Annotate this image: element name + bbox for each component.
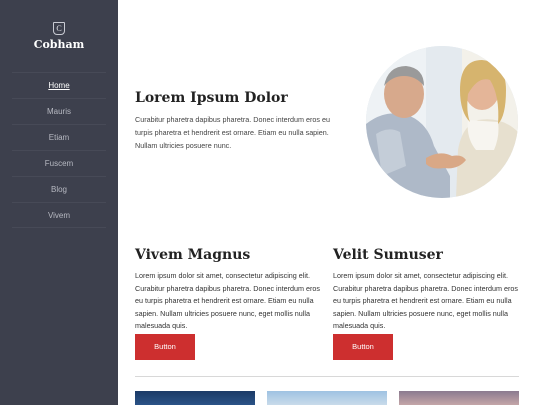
column-title-vivem-magnus: Vivem Magnus [135,247,251,263]
logo-shield-icon[interactable]: C [53,22,65,35]
column-button-1[interactable]: Button [135,334,195,360]
nav-item-vivem[interactable]: Vivem [12,202,106,228]
brand-name[interactable]: Cobham [0,38,118,51]
nav-item-mauris[interactable]: Mauris [12,98,106,124]
thumbnail-blue-landscape[interactable] [135,391,255,405]
hero-title: Lorem Ipsum Dolor [135,90,288,106]
section-divider [135,376,519,377]
column-text-vivem-magnus: Lorem ipsum dolor sit amet, consectetur … [135,271,320,330]
main-nav: Home Mauris Etiam Fuscem Blog Vivem [12,72,106,228]
sidebar: C Cobham Home Mauris Etiam Fuscem Blog V… [0,0,118,405]
nav-item-fuscem[interactable]: Fuscem [12,150,106,176]
nav-item-etiam[interactable]: Etiam [12,124,106,150]
column-title-velit-sumuser: Velit Sumuser [333,247,443,263]
nav-item-home[interactable]: Home [12,72,106,98]
couple-handshake-photo [366,46,518,198]
hero-text: Curabitur pharetra dapibus pharetra. Don… [135,115,330,150]
thumbnail-dusk-landscape[interactable] [399,391,519,405]
thumbnail-mountain-landscape[interactable] [267,391,387,405]
nav-item-blog[interactable]: Blog [12,176,106,202]
column-button-2[interactable]: Button [333,334,393,360]
column-text-velit-sumuser: Lorem ipsum dolor sit amet, consectetur … [333,271,518,330]
logo-letter: C [56,24,62,33]
